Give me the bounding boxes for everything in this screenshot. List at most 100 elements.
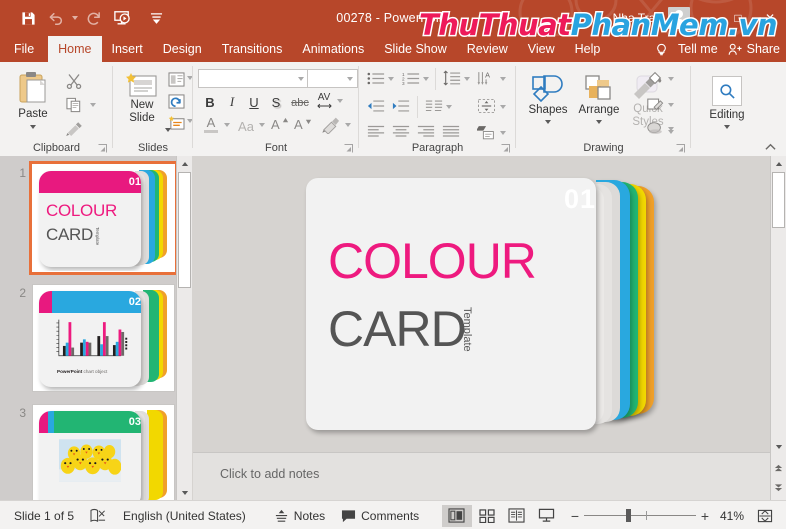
character-spacing-dropdown-icon[interactable] [337,99,343,103]
numbering-dropdown-icon[interactable] [423,77,429,81]
strikethrough-button[interactable]: abc [289,94,311,112]
font-color-dropdown-icon[interactable] [224,123,230,127]
minimize-icon[interactable]: – [690,0,722,36]
tab-home[interactable]: Home [48,36,102,62]
tab-design[interactable]: Design [153,36,212,62]
collapse-ribbon-button[interactable] [762,140,778,154]
tab-help[interactable]: Help [565,36,611,62]
fit-slide-button[interactable] [750,505,780,527]
align-left-button[interactable] [367,125,385,143]
columns-button[interactable] [425,99,443,118]
slide-title-card[interactable]: CARD [328,304,467,354]
paragraph-dialog-launcher-icon[interactable] [501,144,510,153]
justify-button[interactable] [442,125,460,143]
share-label[interactable]: Share [747,42,780,56]
account-area[interactable]: Nha Tran [613,6,690,30]
thumbnail-row-1[interactable]: 1 01 COLOUR CARD Template [4,161,178,275]
character-spacing-button[interactable]: AV [313,91,335,111]
tab-transitions[interactable]: Transitions [212,36,293,62]
format-painter-button[interactable] [60,118,88,138]
drawing-dialog-launcher-icon[interactable] [676,144,685,153]
window-controls[interactable]: – □ ✕ [690,0,786,36]
bullets-dropdown-icon[interactable] [388,77,394,81]
close-icon[interactable]: ✕ [754,0,786,36]
font-size-input[interactable] [307,69,358,88]
thumbnail-scroll-up-button[interactable] [177,156,192,171]
shape-effects-button[interactable] [646,120,664,142]
shape-effects-dropdown-icon[interactable] [668,127,674,131]
clear-formatting-dropdown-icon[interactable] [345,123,351,127]
notes-toggle-button[interactable]: Notes [274,509,325,523]
shape-outline-dropdown-icon[interactable] [668,103,674,107]
align-text-button[interactable] [477,98,496,119]
paste-button[interactable]: Paste [8,70,58,129]
tab-file[interactable]: File [0,36,48,62]
customize-qat-icon[interactable] [142,5,170,31]
layout-button[interactable] [165,70,187,88]
start-presentation-icon[interactable] [108,5,136,31]
front-card[interactable]: 01 COLOUR CARD Template [306,178,596,430]
share-icon[interactable]: Share [728,42,780,56]
zoom-slider[interactable]: − + [566,508,714,524]
bold-button[interactable]: B [201,93,219,111]
reset-button[interactable] [165,92,187,110]
slide-thumbnail-pane[interactable]: 1 01 COLOUR CARD Template 2 02 PowerPoin… [0,156,192,500]
decrease-indent-button[interactable] [367,99,385,118]
clipboard-dialog-launcher-icon[interactable] [98,144,107,153]
notes-pane[interactable]: Click to add notes [193,452,771,501]
language-indicator[interactable]: English (United States) [123,509,246,523]
slide-show-view-button[interactable] [532,505,562,527]
comments-button[interactable]: Comments [341,509,419,523]
zoom-track[interactable] [583,509,696,522]
change-case-button[interactable]: Aa [235,117,257,135]
line-spacing-button[interactable] [443,70,461,91]
thumbnail-scroll-thumb[interactable] [178,172,191,288]
redo-icon[interactable] [80,5,108,31]
bullets-button[interactable] [367,71,385,91]
slide-thumbnail-3[interactable]: 03 [32,404,175,500]
tell-me-label[interactable]: Tell me [678,42,718,56]
slide-thumbnail-2[interactable]: 02 PowerPoint chart object [32,284,175,392]
save-icon[interactable] [14,5,42,31]
shape-fill-dropdown-icon[interactable] [668,77,674,81]
thumbnail-scroll-down-button[interactable] [177,485,192,500]
editing-dropdown-icon[interactable] [724,125,730,129]
zoom-out-button[interactable]: − [566,508,584,524]
normal-view-button[interactable] [441,504,472,527]
align-right-button[interactable] [417,125,435,143]
zoom-level-label[interactable]: 41% [720,509,744,523]
thumbnail-row-3[interactable]: 3 03 [4,404,175,500]
reading-view-button[interactable] [502,505,532,527]
text-direction-button[interactable]: A [477,70,497,91]
zoom-in-button[interactable]: + [696,508,714,524]
thumbnail-pane-scrollbar[interactable] [176,156,192,500]
slide-editing-area[interactable]: 01 COLOUR CARD Template [193,156,771,452]
change-case-dropdown-icon[interactable] [259,123,265,127]
scroll-down-button[interactable] [771,439,786,454]
tab-view[interactable]: View [518,36,565,62]
tab-insert[interactable]: Insert [102,36,153,62]
current-slide[interactable]: 01 COLOUR CARD Template [290,170,678,438]
thumbnail-row-2[interactable]: 2 02 PowerPoint chart object [4,284,175,392]
arrange-dropdown-icon[interactable] [596,120,602,124]
font-dialog-launcher-icon[interactable] [344,144,353,153]
columns-dropdown-icon[interactable] [446,105,452,109]
shape-fill-button[interactable] [646,70,664,92]
quick-access-toolbar[interactable] [14,5,170,31]
shape-outline-button[interactable] [646,96,664,118]
font-name-dropdown-icon[interactable] [298,76,304,81]
slide-title-colour[interactable]: COLOUR [328,236,537,286]
text-shadow-button[interactable]: S [267,93,285,111]
increase-font-size-button[interactable]: A [271,116,291,136]
text-direction-dropdown-icon[interactable] [500,77,506,81]
increase-indent-button[interactable] [392,99,410,118]
numbering-button[interactable]: 123 [402,71,420,91]
slide-thumbnail-1[interactable]: 01 COLOUR CARD Template [29,161,178,275]
next-slide-button[interactable] [771,480,786,495]
maximize-icon[interactable]: □ [722,0,754,36]
shapes-button[interactable]: Shapes [524,74,572,124]
paste-dropdown-icon[interactable] [30,125,36,129]
slide-counter[interactable]: Slide 1 of 5 [14,509,74,523]
font-name-input[interactable] [198,69,309,88]
tab-animations[interactable]: Animations [292,36,374,62]
